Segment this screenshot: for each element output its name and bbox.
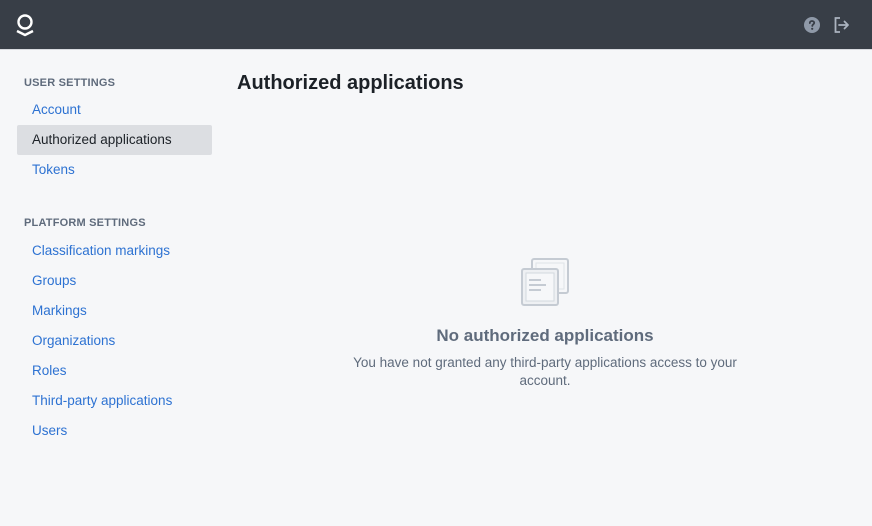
empty-state-description: You have not granted any third-party app… <box>353 355 737 388</box>
empty-state-title: No authorized applications <box>436 326 654 345</box>
palantir-logo-icon[interactable] <box>14 13 36 37</box>
sidebar-item-tokens[interactable]: Tokens <box>17 155 212 185</box>
help-icon[interactable] <box>804 17 820 33</box>
sidebar-item-markings[interactable]: Markings <box>17 296 212 326</box>
sidebar-item-groups[interactable]: Groups <box>17 266 212 296</box>
sidebar-item-authorized-applications[interactable]: Authorized applications <box>17 125 212 155</box>
page-title: Authorized applications <box>237 72 464 94</box>
sidebar-item-classification-markings[interactable]: Classification markings <box>17 236 212 266</box>
sidebar-item-third-party-applications[interactable]: Third-party applications <box>17 386 212 416</box>
section-label-user-settings: User settings <box>24 77 116 89</box>
empty-state: No authorized applications You have not … <box>340 257 750 390</box>
top-navbar <box>0 0 872 50</box>
sidebar-item-roles[interactable]: Roles <box>17 356 212 386</box>
sidebar-item-organizations[interactable]: Organizations <box>17 326 212 356</box>
section-label-platform-settings: Platform settings <box>24 217 146 229</box>
applications-icon <box>521 258 569 306</box>
sidebar-item-account[interactable]: Account <box>17 95 212 125</box>
log-out-icon[interactable] <box>833 16 851 34</box>
sidebar-item-users[interactable]: Users <box>17 416 212 446</box>
